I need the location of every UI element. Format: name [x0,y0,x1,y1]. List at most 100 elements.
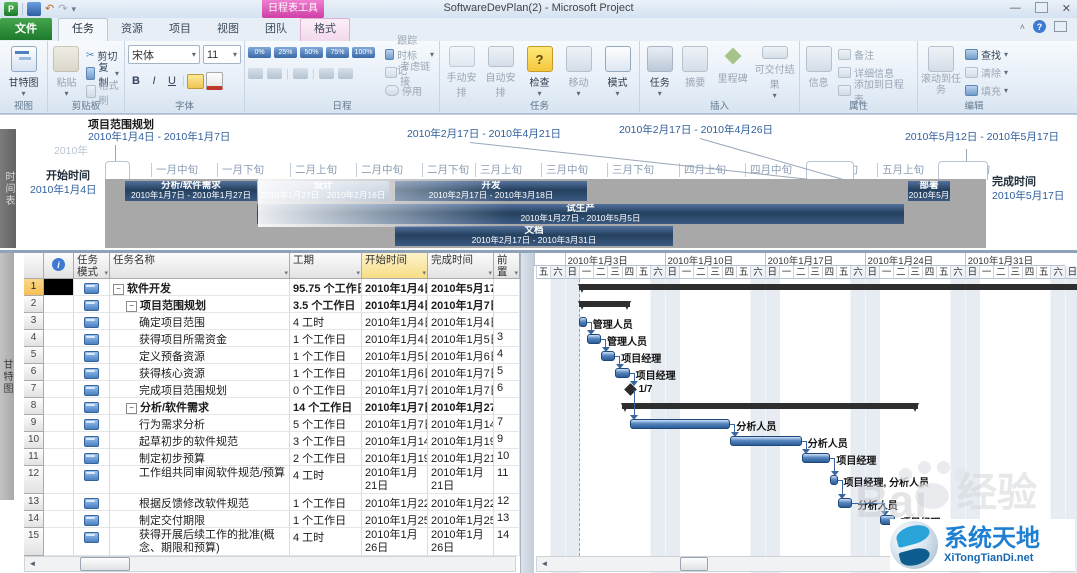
timeline-callout[interactable]: 2010年2月17日 - 2010年4月26日 [612,124,780,136]
duration-cell[interactable]: 1 个工作日 [290,364,362,381]
task-name-cell[interactable]: 定义预备资源 [110,347,290,364]
task-name-cell[interactable]: 根据反馈修改软件规范 [110,494,290,511]
duration-cell[interactable]: 1 个工作日 [290,330,362,347]
start-date-cell[interactable]: 2010年1月4日 [362,279,428,296]
respect-links-button[interactable]: 考虑链接 [383,64,436,81]
task-name-cell[interactable]: 工作组共同审阅软件规范/预算 [110,466,290,494]
column-header-duration[interactable]: 工期▾ [290,253,362,279]
task-name-cell[interactable]: 获得开展后续工作的批准(概念、期限和预算) [110,528,290,556]
row-info-cell[interactable] [44,279,74,296]
auto-schedule-button[interactable]: 自动安排 [482,43,519,99]
gantt-chart-pane[interactable]: 五六日一二三四五六日一二三四五六日一二三四五六日一二三四五六日一二三四五六日20… [534,253,1077,573]
task-name-cell[interactable]: 完成项目范围规划 [110,381,290,398]
timeline-pane-label[interactable]: 时间表 [0,129,16,248]
row-info-cell[interactable] [44,381,74,398]
start-date-cell[interactable]: 2010年1月4日 [362,313,428,330]
timeline-bar[interactable]: 试生产2010年1月27日 - 2010年5月5日 [257,204,904,224]
tab-project[interactable]: 项目 [156,18,204,40]
font-name-select[interactable]: 宋体 ▾ [128,45,200,64]
finish-date-cell[interactable]: 2010年1月25日 [428,511,494,528]
gantt-task-bar[interactable] [802,453,831,463]
predecessor-cell[interactable]: 9 [494,432,520,449]
duration-cell[interactable]: 95.75 个工作日 [290,279,362,296]
start-date-cell[interactable]: 2010年1月22日 [362,494,428,511]
row-info-cell[interactable] [44,466,74,494]
scroll-to-task-button[interactable]: 滚动到任务 [921,43,961,99]
timeline-callout[interactable]: 2010年5月12日 - 2010年5月17日 [898,131,1066,143]
insert-task-button[interactable]: 任务 ▾ [643,43,677,99]
start-date-cell[interactable]: 2010年1月6日 [362,364,428,381]
inspect-button[interactable]: ? 检查 ▾ [521,43,558,99]
predecessor-cell[interactable]: 7 [494,415,520,432]
start-date-cell[interactable]: 2010年1月14日 [362,432,428,449]
duration-cell[interactable]: 5 个工作日 [290,415,362,432]
column-header-finish[interactable]: 完成时间▾ [428,253,494,279]
underline-button[interactable]: U [164,73,180,89]
row-number-cell[interactable]: 1 [24,279,44,296]
row-info-cell[interactable] [44,494,74,511]
column-header-info[interactable]: i [44,253,74,279]
inactivate-button[interactable]: 停用 [383,82,436,99]
task-mode-cell[interactable] [74,381,110,398]
tab-format[interactable]: 格式 [300,18,350,41]
gantt-task-bar[interactable] [601,351,615,361]
column-header-pred[interactable]: 前置任务▾ [494,253,520,279]
start-date-cell[interactable]: 2010年1月25日 [362,511,428,528]
row-number-cell[interactable]: 15 [24,528,44,556]
gantt-task-bar[interactable] [587,334,601,344]
row-info-cell[interactable] [44,449,74,466]
start-date-cell[interactable]: 2010年1月19日 [362,449,428,466]
scrollbar-thumb[interactable] [80,557,130,571]
close-button[interactable]: ✕ [1062,2,1071,15]
timeline-bar[interactable]: 分析/软件需求2010年1月7日 - 2010年1月27日 [125,181,257,201]
row-number-cell[interactable]: 5 [24,347,44,364]
start-date-cell[interactable]: 2010年1月4日 [362,330,428,347]
insert-milestone-button[interactable]: 里程碑 [714,43,751,99]
finish-date-cell[interactable]: 2010年1月4日 [428,313,494,330]
predecessor-cell[interactable]: 4 [494,347,520,364]
start-date-cell[interactable]: 2010年1月7日 [362,381,428,398]
link-tasks-icon[interactable] [319,68,334,79]
task-name-cell[interactable]: 获得核心资源 [110,364,290,381]
duration-cell[interactable]: 4 工时 [290,528,362,556]
finish-date-cell[interactable]: 2010年1月5日 [428,330,494,347]
collapse-task-icon[interactable]: − [126,403,137,414]
collapse-task-icon[interactable]: − [113,284,124,295]
finish-date-cell[interactable]: 2010年1月21日 [428,466,494,494]
finish-date-cell[interactable]: 2010年1月7日 [428,381,494,398]
finish-date-cell[interactable]: 2010年1月21日 [428,449,494,466]
italic-button[interactable]: I [146,73,162,89]
finish-date-cell[interactable]: 2010年1月19日 [428,432,494,449]
finish-date-cell[interactable]: 2010年1月6日 [428,347,494,364]
row-info-cell[interactable] [44,511,74,528]
row-number-cell[interactable]: 6 [24,364,44,381]
gantt-task-bar[interactable] [579,317,587,327]
font-size-select[interactable]: 11 ▾ [203,45,241,64]
predecessor-cell[interactable] [494,296,520,313]
scrollbar-thumb[interactable] [680,557,708,571]
duration-cell[interactable]: 1 个工作日 [290,494,362,511]
task-mode-cell[interactable] [74,432,110,449]
column-header-start[interactable]: 开始时间▾ [362,253,428,279]
paste-button[interactable]: 粘贴 ▾ [51,43,82,99]
row-number-cell[interactable]: 9 [24,415,44,432]
row-number-cell[interactable]: 12 [24,466,44,494]
predecessor-cell[interactable]: 14 [494,528,520,556]
row-info-cell[interactable] [44,398,74,415]
task-mode-cell[interactable] [74,466,110,494]
manually-schedule-button[interactable]: 手动安排 [443,43,480,99]
indent-task-icon[interactable] [267,68,282,79]
start-date-cell[interactable]: 2010年1月21日 [362,466,428,494]
gantt-task-bar[interactable] [730,436,801,446]
duration-cell[interactable]: 3 个工作日 [290,432,362,449]
row-number-cell[interactable]: 4 [24,330,44,347]
duration-cell[interactable]: 0 个工作日 [290,381,362,398]
outdent-task-icon[interactable] [248,68,263,79]
start-date-cell[interactable]: 2010年1月26日 [362,528,428,556]
tab-team[interactable]: 团队 [252,18,300,40]
move-button[interactable]: 移动 ▾ [560,43,597,99]
predecessor-cell[interactable]: 6 [494,381,520,398]
row-info-cell[interactable] [44,432,74,449]
help-icon[interactable]: ? [1033,20,1046,33]
collapse-ribbon-icon[interactable]: ˄ [1020,22,1025,32]
